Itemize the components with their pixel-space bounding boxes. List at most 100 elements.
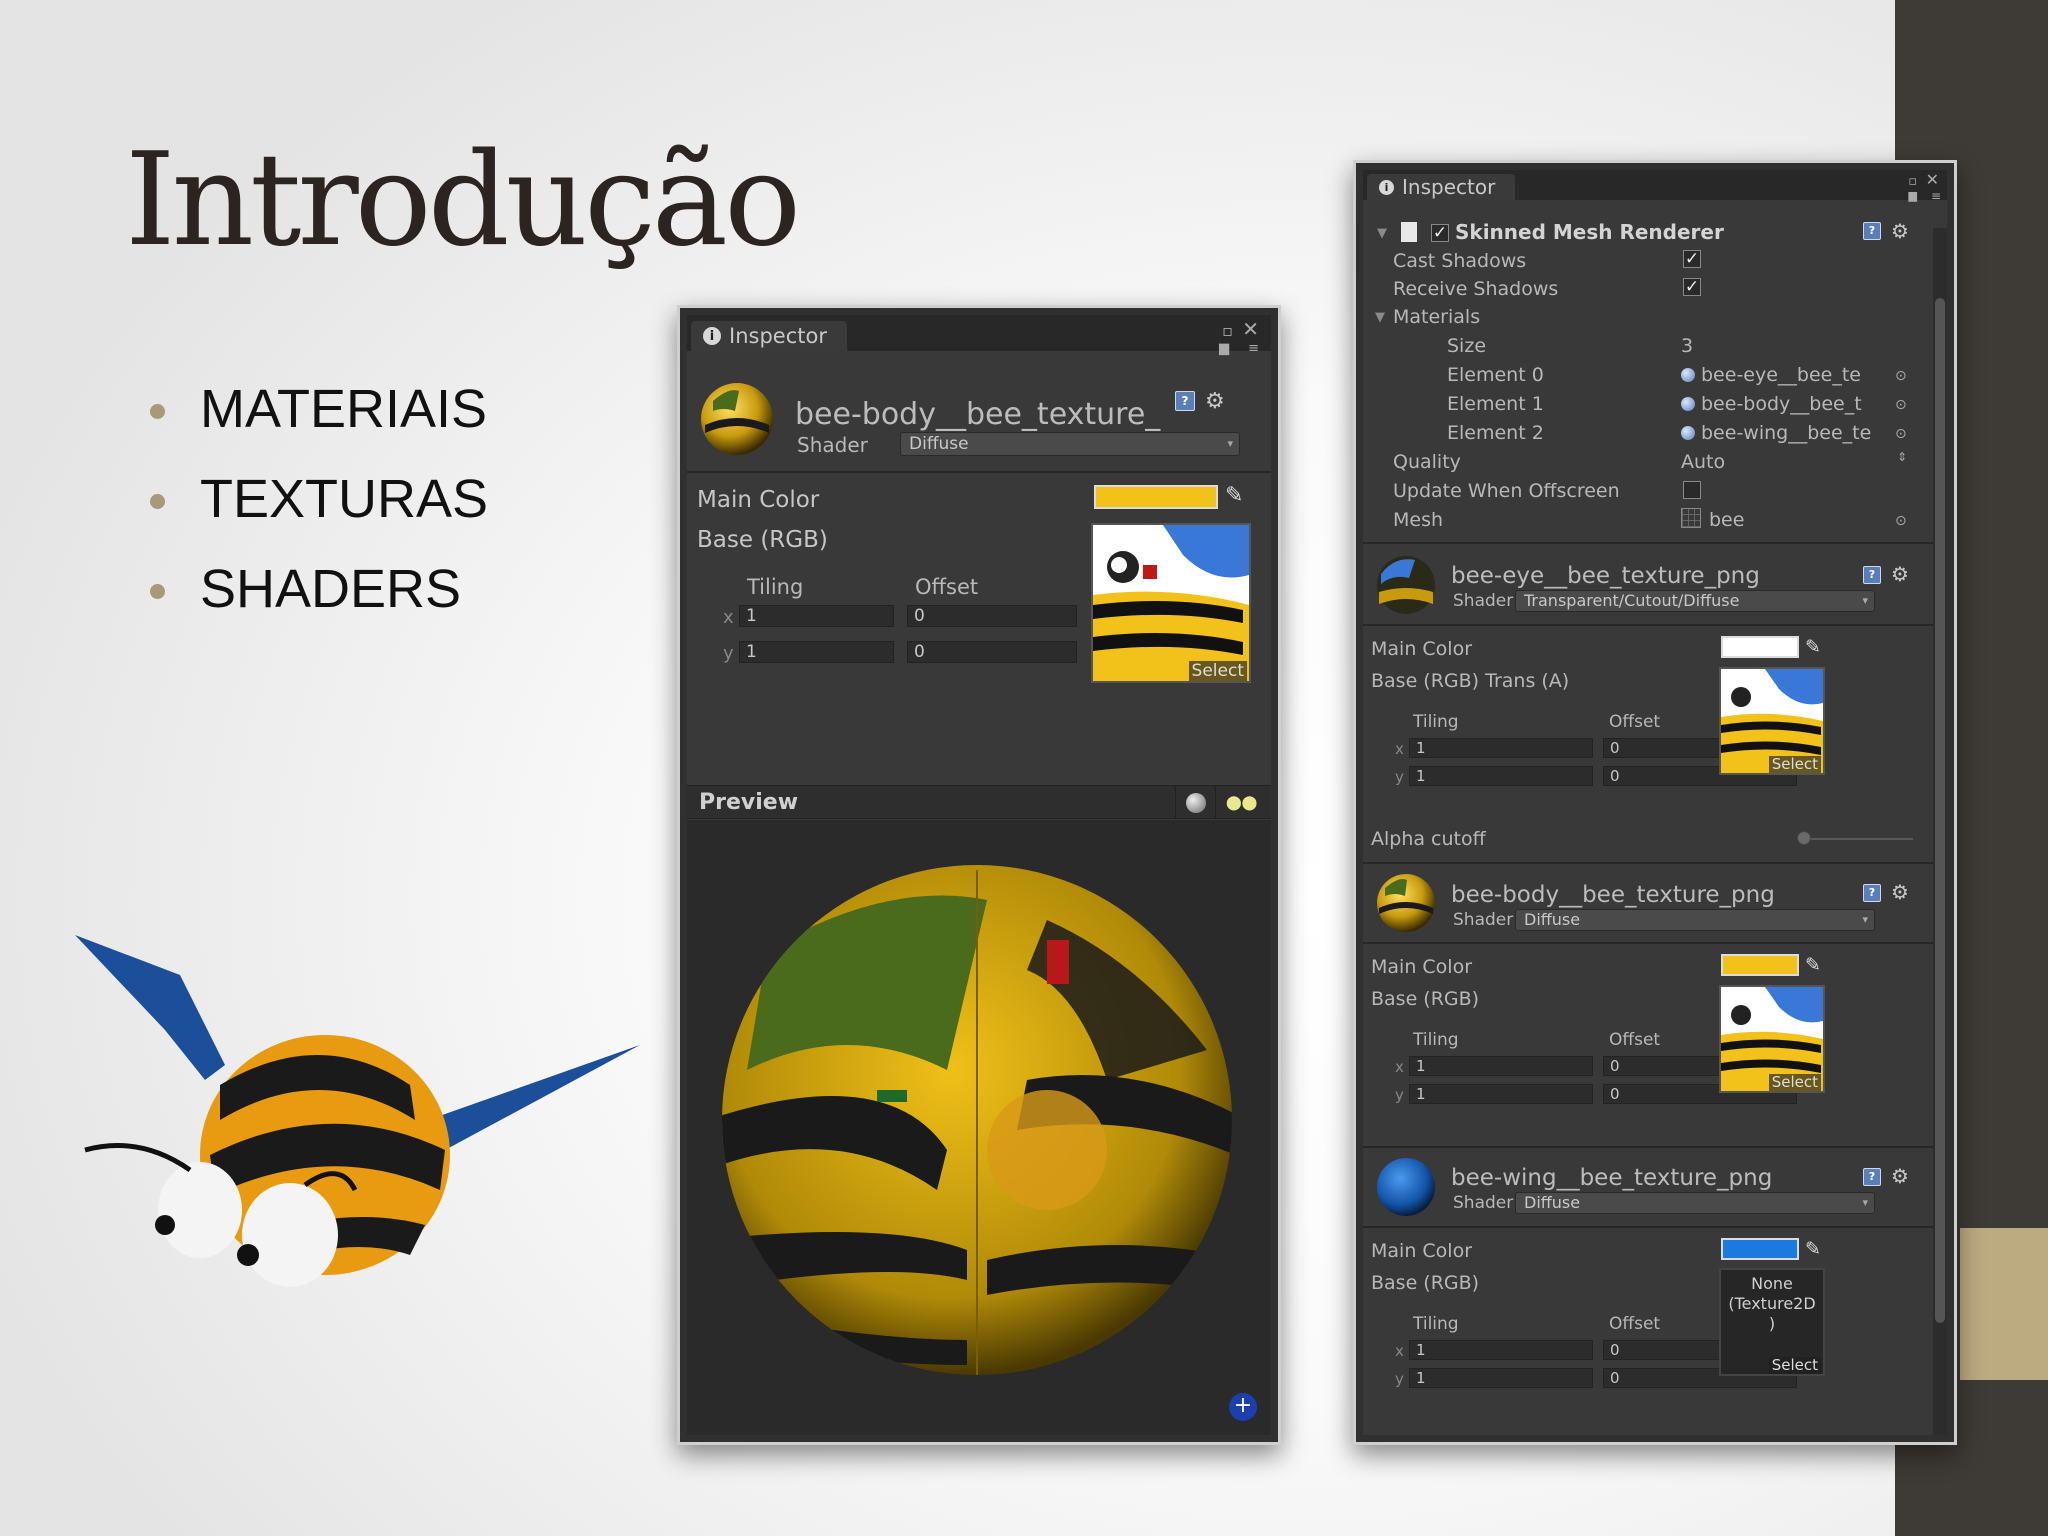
element-material-field[interactable]: bee-eye__bee_te — [1681, 364, 1893, 386]
element-label: Element 2 — [1447, 422, 1544, 444]
tiling-x-field[interactable]: 1 — [1409, 1056, 1593, 1076]
main-color-swatch[interactable] — [1721, 636, 1799, 658]
eyedropper-icon[interactable]: ✎ — [1805, 1238, 1827, 1260]
material-icon — [1681, 426, 1695, 440]
shader-dropdown[interactable]: Diffuse ▾ — [900, 432, 1240, 456]
lock-icon[interactable]: ▆ — [1219, 341, 1229, 357]
tiling-x-field[interactable]: 1 — [739, 605, 894, 627]
component-title: Skinned Mesh Renderer — [1455, 220, 1724, 244]
eyedropper-icon[interactable]: ✎ — [1225, 485, 1247, 507]
base-rgb-label: Base (RGB) Trans (A) — [1371, 670, 1570, 692]
help-icon[interactable]: ? — [1863, 222, 1881, 240]
object-picker-icon[interactable]: ⊙ — [1895, 397, 1907, 413]
tiling-x-field[interactable]: 1 — [1409, 738, 1593, 758]
cast-shadows-checkbox[interactable]: ✓ — [1683, 250, 1701, 268]
main-color-swatch[interactable] — [1721, 1238, 1799, 1260]
material-preview-viewport[interactable]: + — [687, 820, 1271, 1435]
tiling-y-field[interactable]: 1 — [1409, 766, 1593, 786]
select-texture-button[interactable]: Select — [1768, 1074, 1821, 1091]
preview-lights-button[interactable]: ⬤⬤ — [1215, 786, 1263, 818]
tab-inspector[interactable]: i Inspector — [1367, 174, 1516, 200]
shader-dropdown[interactable]: Diffuse ▾ — [1515, 909, 1875, 931]
divider — [1363, 1146, 1933, 1148]
collapse-arrow-icon[interactable]: ▼ — [1377, 226, 1387, 241]
element-material-field[interactable]: bee-body__bee_t — [1681, 393, 1893, 415]
texture-slot[interactable]: Select — [1091, 523, 1251, 683]
object-picker-icon[interactable]: ⊙ — [1895, 426, 1907, 442]
select-texture-button[interactable]: Select — [1768, 756, 1821, 773]
document-icon — [1401, 222, 1417, 242]
eyedropper-icon[interactable]: ✎ — [1805, 636, 1827, 658]
maximize-icon[interactable]: ▫ — [1222, 323, 1233, 339]
shader-dropdown[interactable]: Diffuse ▾ — [1515, 1192, 1875, 1214]
material-name: bee-body__bee_texture_ — [795, 397, 1161, 432]
preview-sphere-button[interactable] — [1175, 786, 1215, 818]
main-color-swatch[interactable] — [1094, 485, 1218, 509]
menu-icon[interactable]: ≡ — [1931, 188, 1941, 204]
tiling-y-field[interactable]: 1 — [1409, 1368, 1593, 1388]
help-icon[interactable]: ? — [1863, 884, 1881, 902]
y-label: y — [1395, 768, 1404, 786]
scrollbar[interactable] — [1933, 228, 1947, 1435]
tiling-x-field[interactable]: 1 — [1409, 1340, 1593, 1360]
help-icon[interactable]: ? — [1863, 1168, 1881, 1186]
material-name: bee-wing__bee_texture_png — [1451, 1165, 1773, 1191]
preview-label: Preview — [699, 790, 799, 815]
update-offscreen-checkbox[interactable] — [1683, 481, 1701, 499]
texture-slot[interactable]: Select — [1719, 985, 1825, 1093]
add-icon[interactable]: + — [1229, 1393, 1257, 1421]
quality-dropdown[interactable]: Auto — [1681, 451, 1725, 473]
select-texture-button[interactable]: Select — [1768, 1357, 1821, 1374]
alpha-cutoff-slider-track[interactable] — [1803, 838, 1913, 840]
bullet-text: MATERIAIS — [200, 379, 488, 439]
element-material-field[interactable]: bee-wing__bee_te — [1681, 422, 1893, 444]
divider — [1363, 542, 1933, 544]
mesh-icon — [1681, 508, 1701, 528]
tab-bar: i Inspector ▫ ✕ ▆ ≡ — [687, 315, 1271, 356]
tiling-y-field[interactable]: 1 — [739, 641, 894, 663]
help-icon[interactable]: ? — [1863, 566, 1881, 584]
select-texture-button[interactable]: Select — [1188, 661, 1247, 681]
main-color-swatch[interactable] — [1721, 954, 1799, 976]
y-label: y — [1395, 1086, 1404, 1104]
close-icon[interactable]: ✕ — [1242, 319, 1259, 339]
bullet-text: TEXTURAS — [200, 469, 489, 529]
eyedropper-icon[interactable]: ✎ — [1805, 954, 1827, 976]
gear-icon[interactable]: ⚙ — [1891, 881, 1909, 903]
gear-icon[interactable]: ⚙ — [1891, 1165, 1909, 1187]
lock-icon[interactable]: ▆ — [1909, 188, 1917, 204]
gear-icon[interactable]: ⚙ — [1891, 563, 1909, 585]
tab-inspector[interactable]: i Inspector — [691, 321, 847, 351]
close-icon[interactable]: ✕ — [1926, 172, 1939, 188]
shader-dropdown[interactable]: Transparent/Cutout/Diffuse ▾ — [1515, 590, 1875, 612]
slide-accent-block — [1960, 1228, 2048, 1380]
collapse-arrow-icon[interactable]: ▼ — [1375, 310, 1385, 325]
element-label: Element 1 — [1447, 393, 1544, 415]
gear-icon[interactable]: ⚙ — [1891, 220, 1909, 242]
updown-arrows-icon: ⇕ — [1897, 450, 1908, 464]
size-value[interactable]: 3 — [1681, 335, 1693, 357]
offset-label: Offset — [1609, 1030, 1661, 1050]
texture-slot[interactable]: Select — [1719, 667, 1825, 775]
divider — [1363, 862, 1933, 864]
tiling-y-field[interactable]: 1 — [1409, 1084, 1593, 1104]
element-label: Element 0 — [1447, 364, 1544, 386]
object-picker-icon[interactable]: ⊙ — [1895, 513, 1907, 529]
scrollbar-thumb[interactable] — [1935, 298, 1945, 1323]
divider — [1363, 942, 1933, 944]
texture-slot[interactable]: None (Texture2D ) Select — [1719, 1268, 1825, 1376]
tiling-label: Tiling — [1413, 1314, 1459, 1334]
object-picker-icon[interactable]: ⊙ — [1895, 368, 1907, 384]
cast-shadows-label: Cast Shadows — [1393, 250, 1527, 272]
help-icon[interactable]: ? — [1175, 391, 1195, 411]
mesh-field[interactable]: bee — [1709, 509, 1744, 531]
receive-shadows-checkbox[interactable]: ✓ — [1683, 278, 1701, 296]
offset-y-field[interactable]: 0 — [907, 641, 1077, 663]
offset-x-field[interactable]: 0 — [907, 605, 1077, 627]
shader-label: Shader — [1453, 1193, 1514, 1213]
alpha-cutoff-slider-thumb[interactable] — [1797, 831, 1811, 845]
material-thumbnail — [1377, 556, 1435, 614]
component-enabled-checkbox[interactable]: ✓ — [1431, 224, 1449, 242]
menu-icon[interactable]: ≡ — [1248, 341, 1259, 357]
gear-icon[interactable]: ⚙ — [1205, 391, 1225, 413]
